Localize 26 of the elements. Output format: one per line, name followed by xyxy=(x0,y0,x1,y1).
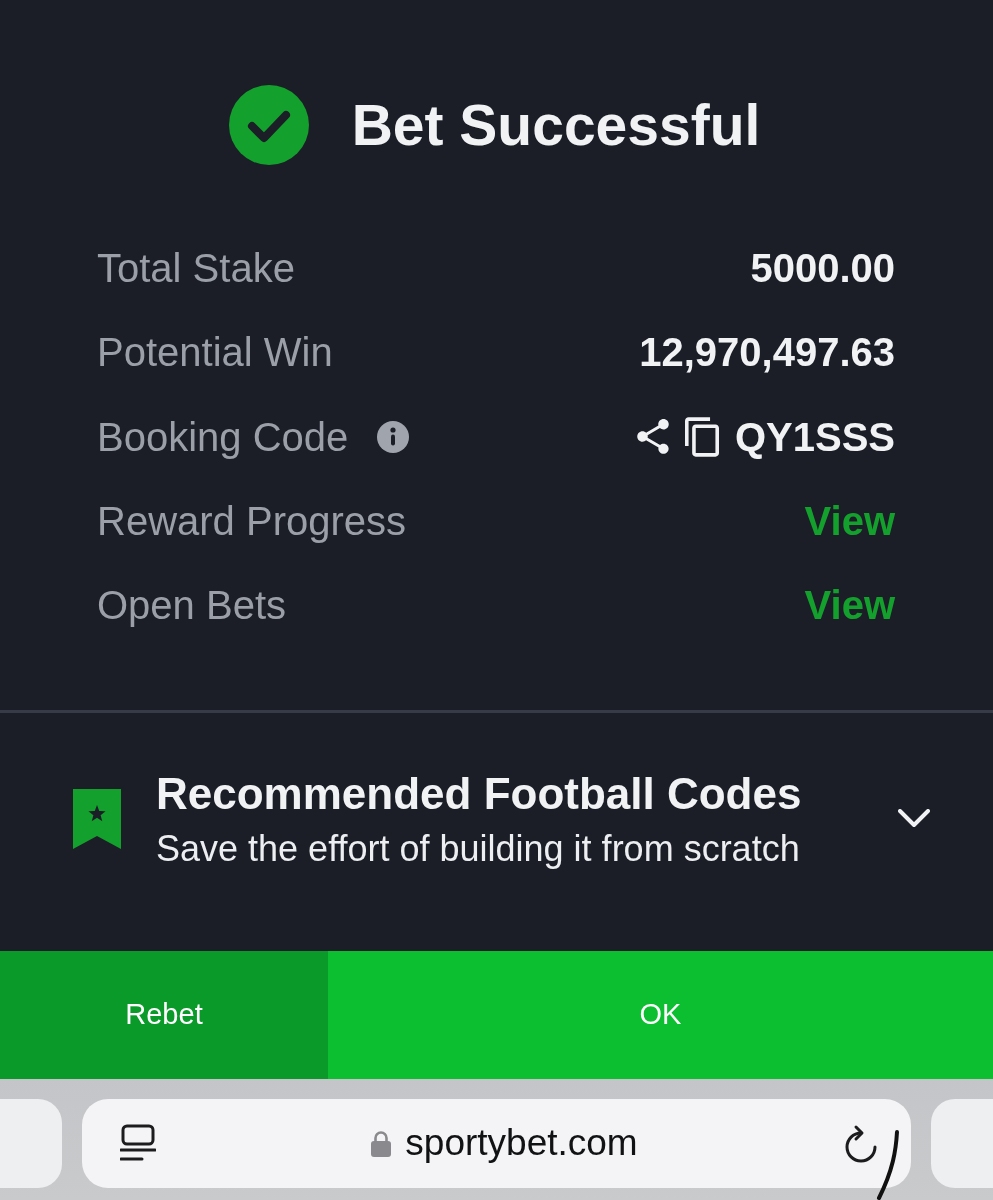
section-title: Recommended Football Codes xyxy=(156,770,803,819)
check-circle-icon xyxy=(228,85,309,165)
copy-icon[interactable] xyxy=(684,416,719,457)
pen-stroke xyxy=(874,1128,902,1200)
row-label: Potential Win xyxy=(97,330,333,375)
amount-text: 12,970,497.63 xyxy=(639,330,895,375)
chevron-down-icon[interactable] xyxy=(898,809,930,830)
info-icon[interactable] xyxy=(377,420,410,453)
section-subtitle: Save the effort of building it from scratch xyxy=(156,828,801,869)
booking-code-text: QY1SSS xyxy=(734,414,895,459)
amount-text: 5000.00 xyxy=(750,246,895,291)
page-menu-icon[interactable] xyxy=(120,1124,156,1163)
success-title: Bet Successful xyxy=(351,96,761,154)
reload-icon[interactable] xyxy=(843,1123,879,1164)
ok-button[interactable]: OK xyxy=(328,950,993,1079)
row-label: Open Bets xyxy=(97,583,286,628)
row-label: Booking Code xyxy=(97,414,349,459)
url-text: sportybet.com xyxy=(405,1123,638,1164)
share-icon[interactable] xyxy=(636,419,669,455)
address-bar[interactable]: sportybet.com xyxy=(82,1098,911,1188)
view-link[interactable]: View xyxy=(804,583,895,628)
row-label: Total Stake xyxy=(97,246,295,291)
view-link[interactable]: View xyxy=(804,499,895,544)
rebet-button[interactable]: Rebet xyxy=(0,950,328,1079)
row-label: Reward Progress xyxy=(97,499,406,544)
bookmark-star-icon xyxy=(73,789,121,850)
